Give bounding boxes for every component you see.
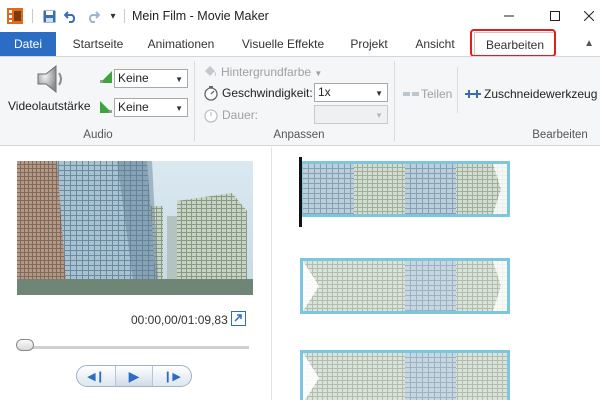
chevron-down-icon: ▼ xyxy=(375,89,383,98)
background-color-button[interactable]: Hintergrundfarbe ▼ xyxy=(221,65,322,79)
playback-controls: ◀❙ ▶ ❙▶ xyxy=(76,365,192,387)
title-separator xyxy=(32,9,33,23)
clip-thumbnails xyxy=(303,164,507,214)
tab-projekt[interactable]: Projekt xyxy=(342,32,396,56)
ribbon: Videolautstärke Keine ▼ Keine ▼ Audio Hi… xyxy=(0,56,600,146)
fade-out-value: Keine xyxy=(118,100,149,114)
undo-icon[interactable] xyxy=(62,7,80,25)
fade-out-icon xyxy=(100,101,112,113)
group-separator xyxy=(394,61,395,141)
save-icon[interactable] xyxy=(40,7,58,25)
fade-in-icon xyxy=(100,71,112,83)
duration-label: Dauer: xyxy=(222,108,259,122)
clip-thumbnails xyxy=(303,353,507,400)
trim-tool-button[interactable]: Zuschneidewerkzeug xyxy=(484,87,597,101)
minimize-button[interactable] xyxy=(486,0,532,32)
fade-in-value: Keine xyxy=(118,71,149,85)
maximize-button[interactable] xyxy=(532,0,578,32)
chevron-down-icon: ▼ xyxy=(175,104,183,113)
split-icon xyxy=(403,92,419,96)
playhead[interactable] xyxy=(299,157,302,227)
volume-icon[interactable] xyxy=(34,62,68,96)
preview-pane: 00:00,00/01:09,83 ◀❙ ▶ ❙▶ xyxy=(0,147,272,400)
seek-slider-track[interactable] xyxy=(18,346,249,349)
highlight-box xyxy=(470,29,556,57)
expand-preview-icon[interactable] xyxy=(231,311,246,326)
tab-visuelle-effekte[interactable]: Visuelle Effekte xyxy=(232,32,334,56)
trim-tool-icon xyxy=(465,90,481,98)
clip-2[interactable] xyxy=(300,258,510,314)
next-frame-button[interactable]: ❙▶ xyxy=(153,366,191,386)
ribbon-collapse-icon[interactable]: ▲ xyxy=(584,38,594,49)
anpassen-group-label: Anpassen xyxy=(273,129,325,141)
close-button[interactable] xyxy=(578,0,600,32)
tab-animationen[interactable]: Animationen xyxy=(140,32,222,56)
main-area: 00:00,00/01:09,83 ◀❙ ▶ ❙▶ xyxy=(0,147,600,400)
timecode: 00:00,00/01:09,83 xyxy=(131,313,228,327)
chevron-down-icon: ▼ xyxy=(175,75,183,84)
title-bar: ▾ Mein Film - Movie Maker xyxy=(0,0,600,32)
split-button[interactable]: Teilen xyxy=(421,87,452,101)
customize-quick-access-icon[interactable]: ▾ xyxy=(104,7,122,25)
paint-bucket-icon xyxy=(205,66,216,77)
redo-icon[interactable] xyxy=(84,7,102,25)
tab-startseite[interactable]: Startseite xyxy=(60,32,136,56)
speed-icon xyxy=(204,86,218,101)
storyboard xyxy=(273,147,600,400)
tab-ansicht[interactable]: Ansicht xyxy=(406,32,464,56)
clip-3[interactable] xyxy=(300,350,510,400)
tab-datei[interactable]: Datei xyxy=(0,32,56,56)
movie-maker-app-icon xyxy=(7,8,23,24)
background-color-label: Hintergrundfarbe xyxy=(221,65,312,79)
speed-label: Geschwindigkeit: xyxy=(222,86,313,100)
speed-dropdown[interactable]: 1x ▼ xyxy=(314,83,388,102)
video-volume-label[interactable]: Videolautstärke xyxy=(8,99,91,113)
speed-value: 1x xyxy=(318,85,331,99)
duration-dropdown[interactable]: ▼ xyxy=(314,105,388,124)
fade-in-dropdown[interactable]: Keine ▼ xyxy=(114,69,188,88)
clip-1[interactable] xyxy=(300,161,510,217)
video-preview[interactable] xyxy=(17,161,253,295)
title-separator xyxy=(124,9,125,23)
duration-icon xyxy=(204,109,218,123)
group-separator xyxy=(457,67,458,113)
bearbeiten-group-label: Bearbeiten xyxy=(532,129,588,141)
audio-group-label: Audio xyxy=(83,129,113,141)
seek-slider-thumb[interactable] xyxy=(16,339,34,351)
play-button[interactable]: ▶ xyxy=(115,366,153,386)
city-skyline-image xyxy=(17,161,253,295)
previous-frame-button[interactable]: ◀❙ xyxy=(77,366,115,386)
chevron-down-icon: ▼ xyxy=(375,111,383,120)
clip-thumbnails xyxy=(303,261,507,311)
fade-out-dropdown[interactable]: Keine ▼ xyxy=(114,98,188,117)
window-title: Mein Film - Movie Maker xyxy=(132,9,269,23)
chevron-down-icon: ▼ xyxy=(314,69,323,78)
group-separator xyxy=(194,61,195,141)
